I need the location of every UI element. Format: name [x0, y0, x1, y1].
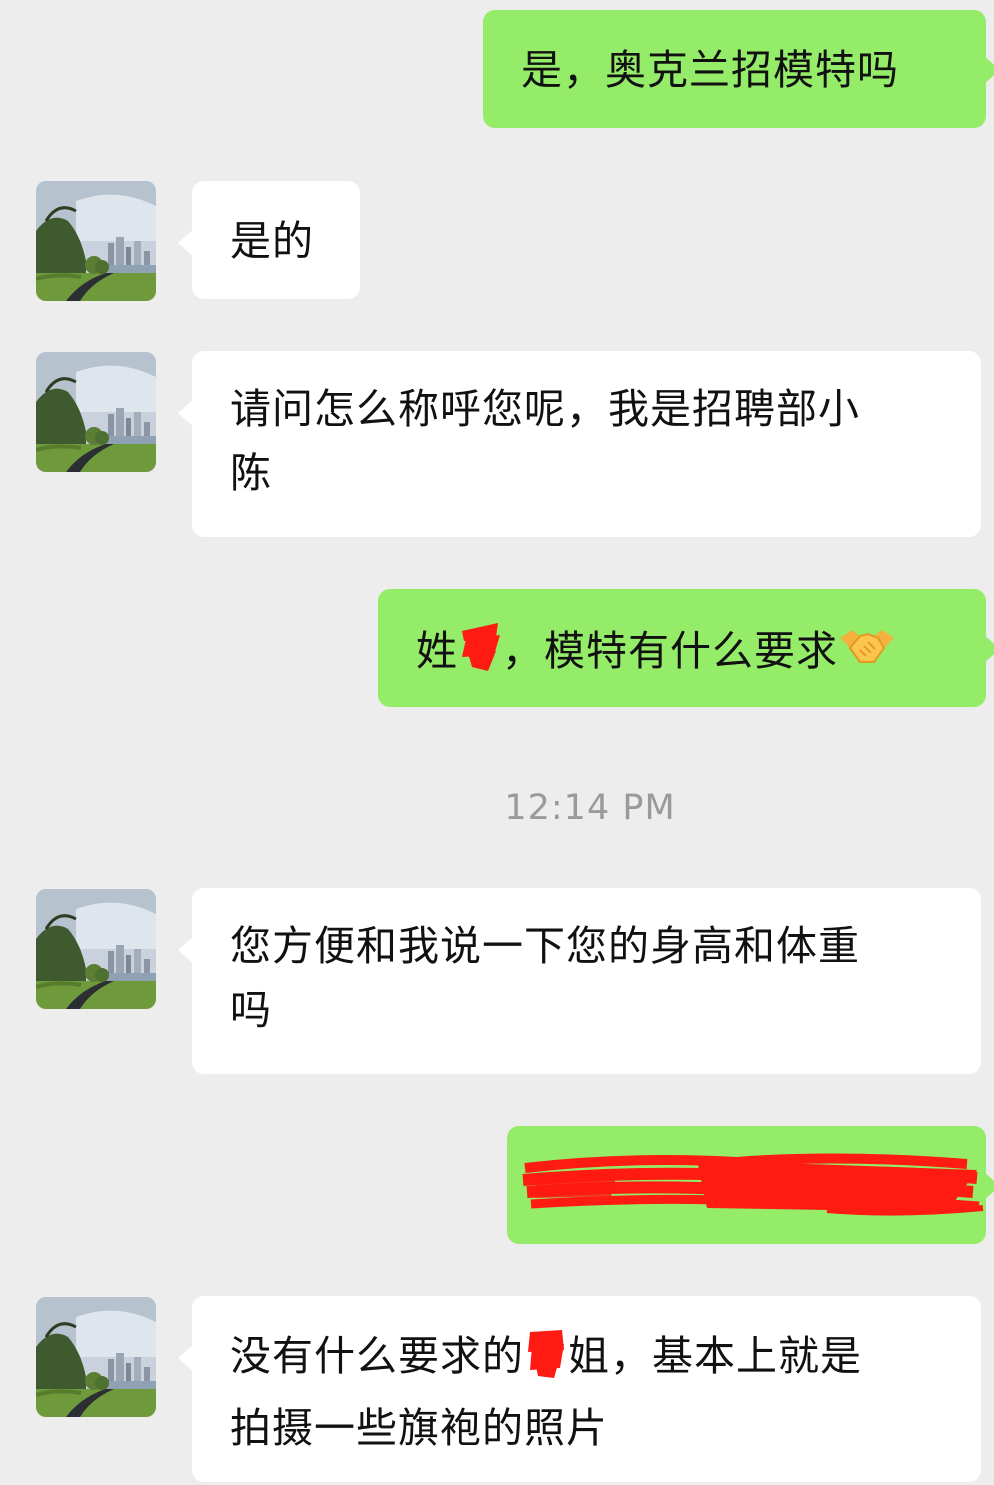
message-text-line: 没有什么要求的 姐，基本上就是	[230, 1322, 943, 1396]
message-text: 姐，基本上就是	[568, 1332, 862, 1380]
landscape-avatar-icon	[36, 889, 156, 1009]
message-text: 是的	[230, 217, 314, 265]
outgoing-message-bubble[interactable]: 姓 ，模特有什么要求	[378, 589, 994, 707]
landscape-avatar-icon	[36, 352, 156, 472]
redaction-mark	[524, 1322, 568, 1396]
redaction-scribble	[522, 1153, 984, 1216]
contact-avatar[interactable]	[36, 889, 156, 1009]
outgoing-message-bubble[interactable]: 是，奥克兰招模特吗	[483, 10, 994, 128]
redaction-mark	[458, 617, 502, 691]
message-text-line: 拍摄一些旗袍的照片	[230, 1404, 608, 1452]
chat-window: 是，奥克兰招模特吗 是的 请问怎么称呼您呢，我是招聘部小 陈 姓 ，模特有什么要…	[0, 0, 994, 1485]
message-text-line: 请问怎么称呼您呢，我是招聘部小	[230, 385, 860, 433]
message-text: 姓	[416, 627, 458, 675]
message-text: 是，奥克兰招模特吗	[521, 46, 899, 94]
landscape-avatar-icon	[36, 1297, 156, 1417]
landscape-avatar-icon	[36, 181, 156, 301]
contact-avatar[interactable]	[36, 181, 156, 301]
message-text: 没有什么要求的	[230, 1332, 524, 1380]
incoming-message-bubble[interactable]: 没有什么要求的 姐，基本上就是 拍摄一些旗袍的照片	[178, 1296, 981, 1482]
message-timestamp: 12:14 PM	[504, 788, 676, 828]
message-text: ，模特有什么要求	[502, 627, 838, 675]
message-text-line: 陈	[230, 449, 272, 497]
outgoing-message-bubble[interactable]	[507, 1126, 994, 1244]
contact-avatar[interactable]	[36, 352, 156, 472]
incoming-message-bubble[interactable]: 您方便和我说一下您的身高和体重 吗	[178, 888, 981, 1074]
message-text-line: 吗	[230, 986, 272, 1034]
contact-avatar[interactable]	[36, 1297, 156, 1417]
handshake-emoji-icon	[838, 620, 896, 688]
incoming-message-bubble[interactable]: 是的	[178, 181, 360, 299]
incoming-message-bubble[interactable]: 请问怎么称呼您呢，我是招聘部小 陈	[178, 351, 981, 537]
message-text-line: 您方便和我说一下您的身高和体重	[230, 922, 860, 970]
